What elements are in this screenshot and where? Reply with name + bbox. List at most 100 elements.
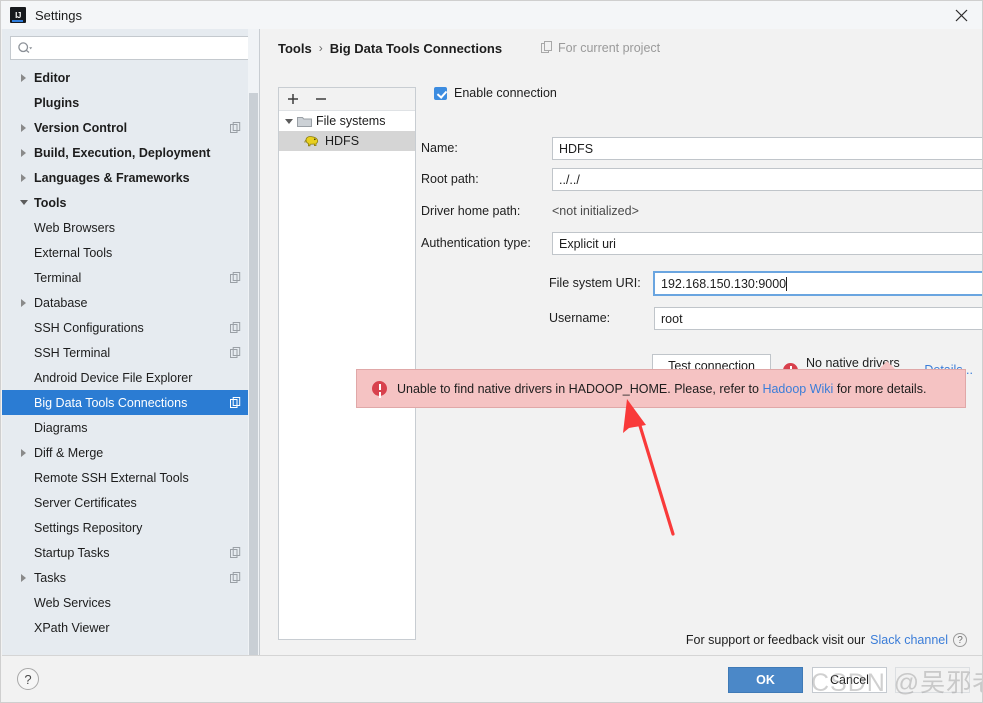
question-circle-icon[interactable]: ?	[953, 633, 967, 647]
sidebar-item-external-tools[interactable]: External Tools	[2, 240, 259, 265]
sidebar-item-version-control[interactable]: Version Control	[2, 115, 259, 140]
settings-main-panel: Tools › Big Data Tools Connections For c…	[261, 29, 982, 657]
slack-channel-link[interactable]: Slack channel	[870, 633, 948, 647]
chevron-down-icon[interactable]	[18, 196, 31, 209]
sidebar-item-label: XPath Viewer	[34, 620, 110, 635]
sidebar-item-label: Remote SSH External Tools	[34, 470, 189, 485]
sidebar-item-label: Plugins	[34, 95, 80, 110]
sidebar-item-web-services[interactable]: Web Services	[2, 590, 259, 615]
folder-icon	[297, 115, 312, 128]
settings-sidebar: Appearance & BehaviorEditorPluginsVersio…	[2, 29, 260, 657]
ok-button[interactable]: OK	[728, 667, 803, 693]
sidebar-item-label: Settings Repository	[34, 520, 143, 535]
text-cursor	[786, 276, 788, 291]
list-item-file-systems[interactable]: File systems	[279, 111, 415, 131]
name-label: Name:	[421, 141, 458, 155]
root-path-input[interactable]: ../../	[552, 168, 982, 191]
sidebar-item-android-device-file-explorer[interactable]: Android Device File Explorer	[2, 365, 259, 390]
username-label: Username:	[549, 311, 611, 325]
driver-home-path-value: <not initialized>	[552, 204, 639, 218]
sidebar-item-xpath-viewer[interactable]: XPath Viewer	[2, 615, 259, 640]
hadoop-wiki-link[interactable]: Hadoop Wiki	[762, 382, 833, 396]
balloon-text-before: Unable to find native drivers in HADOOP_…	[397, 381, 759, 396]
settings-tree: Appearance & BehaviorEditorPluginsVersio…	[2, 65, 259, 657]
chevron-right-icon[interactable]	[18, 571, 31, 584]
plus-icon[interactable]	[285, 91, 301, 107]
close-icon[interactable]	[938, 1, 982, 29]
connections-list-panel: File systems HDFS	[278, 87, 416, 640]
native-drivers-error-balloon: Unable to find native drivers in HADOOP_…	[356, 369, 966, 408]
file-system-uri-input[interactable]: 192.168.150.130:9000	[653, 271, 982, 296]
list-item-hdfs[interactable]: HDFS	[279, 131, 415, 151]
sidebar-item-diagrams[interactable]: Diagrams	[2, 415, 259, 440]
help-button[interactable]: ?	[17, 668, 39, 690]
support-line: For support or feedback visit our Slack …	[686, 633, 967, 647]
connections-toolbar	[279, 88, 415, 111]
watermark: CSDN @吴邪老师	[811, 669, 982, 697]
sidebar-item-build-execution-deployment[interactable]: Build, Execution, Deployment	[2, 140, 259, 165]
sidebar-item-label: Diagrams	[34, 420, 88, 435]
root-path-label-wrap: Root path:	[421, 172, 479, 186]
support-text: For support or feedback visit our	[685, 633, 866, 647]
sidebar-item-web-browsers[interactable]: Web Browsers	[2, 215, 259, 240]
title-bar: Settings	[1, 1, 982, 29]
copy-icon	[230, 397, 241, 408]
sidebar-item-ssh-terminal[interactable]: SSH Terminal	[2, 340, 259, 365]
sidebar-item-label: Startup Tasks	[34, 545, 110, 560]
minus-icon[interactable]	[313, 91, 329, 107]
help-label: ?	[24, 671, 32, 687]
sidebar-item-tasks[interactable]: Tasks	[2, 565, 259, 590]
name-input[interactable]: HDFS	[552, 137, 982, 160]
sidebar-scrollbar-thumb[interactable]	[249, 93, 258, 655]
error-circle-icon	[372, 381, 387, 396]
sidebar-item-server-certificates[interactable]: Server Certificates	[2, 490, 259, 515]
sidebar-item-label: External Tools	[34, 245, 113, 260]
driver-home-path-label: Driver home path:	[421, 204, 521, 218]
sidebar-scrollbar-track[interactable]	[248, 29, 259, 657]
breadcrumb-parent[interactable]: Tools	[278, 41, 312, 56]
sidebar-item-remote-ssh-external-tools[interactable]: Remote SSH External Tools	[2, 465, 259, 490]
chevron-down-icon[interactable]	[283, 114, 297, 128]
balloon-text-after: for more details.	[836, 381, 927, 396]
sidebar-item-editor[interactable]: Editor	[2, 65, 259, 90]
sidebar-item-big-data-tools-connections[interactable]: Big Data Tools Connections	[2, 390, 259, 415]
sidebar-item-ssh-configurations[interactable]: SSH Configurations	[2, 315, 259, 340]
authentication-type-select[interactable]: Explicit uri	[552, 232, 982, 255]
copy-icon	[541, 40, 553, 56]
sidebar-item-label: Web Browsers	[34, 220, 116, 235]
sidebar-item-label: Web Services	[34, 595, 111, 610]
chevron-right-icon[interactable]	[18, 446, 31, 459]
file-system-uri-label: File system URI:	[549, 276, 641, 290]
copy-icon	[230, 322, 241, 333]
sidebar-item-label: SSH Configurations	[34, 320, 144, 335]
sidebar-item-tools[interactable]: Tools	[2, 190, 259, 215]
authentication-type-label-wrap: Authentication type:	[421, 236, 531, 250]
sidebar-item-plugins[interactable]: Plugins	[2, 90, 259, 115]
sidebar-item-terminal[interactable]: Terminal	[2, 265, 259, 290]
file-system-uri-label-wrap: File system URI:	[549, 276, 641, 290]
chevron-right-icon[interactable]	[18, 296, 31, 309]
chevron-right-icon[interactable]	[18, 121, 31, 134]
ok-label: OK	[756, 673, 775, 687]
copy-icon	[230, 572, 241, 583]
search-field[interactable]	[10, 36, 252, 60]
username-input[interactable]: root	[654, 307, 982, 330]
chevron-right-icon[interactable]	[18, 146, 31, 159]
root-path-label: Root path:	[421, 172, 479, 186]
hadoop-elephant-icon	[304, 134, 320, 148]
sidebar-item-diff-merge[interactable]: Diff & Merge	[2, 440, 259, 465]
sidebar-item-settings-repository[interactable]: Settings Repository	[2, 515, 259, 540]
authentication-type-value: Explicit uri	[559, 236, 616, 251]
sidebar-item-label: SSH Terminal	[34, 345, 111, 360]
sidebar-item-database[interactable]: Database	[2, 290, 259, 315]
search-input[interactable]	[37, 37, 247, 59]
sidebar-item-label: Big Data Tools Connections	[34, 395, 188, 410]
sidebar-item-startup-tasks[interactable]: Startup Tasks	[2, 540, 259, 565]
sidebar-item-languages-frameworks[interactable]: Languages & Frameworks	[2, 165, 259, 190]
chevron-right-icon[interactable]	[18, 171, 31, 184]
root-path-input-value: ../../	[559, 172, 580, 187]
chevron-right-icon[interactable]	[18, 71, 31, 84]
sidebar-item-label: Tools	[34, 195, 67, 210]
enable-connection-row: Enable connection	[434, 86, 557, 100]
enable-connection-checkbox[interactable]	[434, 86, 447, 100]
